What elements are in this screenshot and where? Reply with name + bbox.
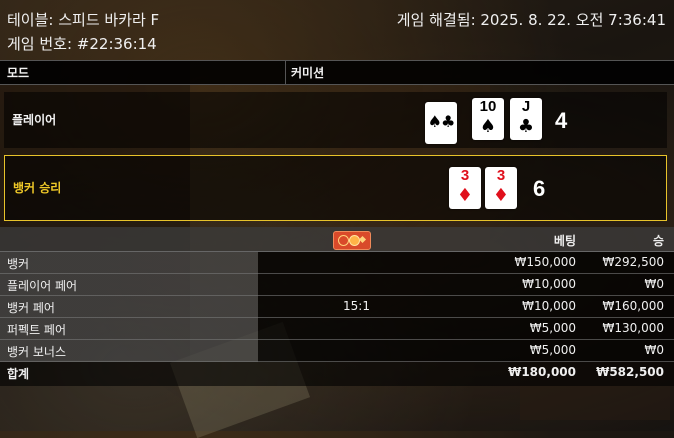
- player-card-2: 10 ♠: [472, 98, 504, 140]
- bet-odds: 15:1: [343, 299, 370, 313]
- player-score: 4: [555, 108, 568, 133]
- player-hand-row: 플레이어 ♠♣ 10 ♠ J ♣ 4: [4, 92, 667, 148]
- game-number: 게임 번호: #22:36:14: [7, 35, 157, 53]
- bet-name: 퍼펙트 페어: [7, 323, 67, 337]
- banker-card-2: 3 ♦: [485, 167, 517, 209]
- bet-amount: ₩150,000: [514, 255, 577, 269]
- total-bet-amount: ₩180,000: [508, 365, 576, 379]
- win-amount: ₩0: [644, 277, 665, 291]
- spade-icon: ♠: [479, 116, 497, 137]
- table-row: 뱅커 페어 15:1 ₩10,000 ₩160,000: [0, 296, 674, 318]
- banker-score: 6: [533, 176, 546, 201]
- win-amount: ₩130,000: [602, 321, 665, 335]
- mode-bar: 모드 커미션: [0, 60, 674, 85]
- round-header: 테이블: 스피드 바카라 F 게임 번호: #22:36:14 게임 해결됨: …: [0, 0, 674, 58]
- bet-amount: ₩10,000: [522, 277, 576, 291]
- card-rank: 3: [460, 167, 470, 184]
- bet-column-header: 베팅: [553, 234, 576, 248]
- table-row: 뱅커 보너스 ₩5,000 ₩0: [0, 340, 674, 362]
- bet-amount: ₩10,000: [522, 299, 576, 313]
- banker-card-1: 3 ♦: [449, 167, 481, 209]
- mode-divider: [285, 61, 286, 84]
- win-amount: ₩292,500: [602, 255, 665, 269]
- mode-label: 모드: [7, 66, 30, 80]
- club-icon: ♣: [517, 116, 535, 137]
- player-label: 플레이어: [12, 113, 57, 127]
- player-card-1: ♠♣: [425, 102, 457, 144]
- banker-result-label: 뱅커 승리: [13, 181, 62, 195]
- bets-table: 베팅 승 뱅커 ₩150,000 ₩292,500 플레이어 페어 ₩10,00…: [0, 227, 674, 386]
- player-card-3: J ♣: [510, 98, 542, 140]
- table-row: 플레이어 페어 ₩10,000 ₩0: [0, 274, 674, 296]
- total-label: 합계: [7, 367, 30, 381]
- diamond-icon: ♦: [456, 185, 474, 206]
- win-amount: ₩160,000: [602, 299, 665, 313]
- bet-amount: ₩5,000: [529, 321, 576, 335]
- bet-name: 뱅커: [7, 257, 30, 271]
- bet-name: 뱅커 페어: [7, 301, 55, 315]
- table-name: 테이블: 스피드 바카라 F: [7, 11, 160, 29]
- diamond-icon: ♦: [492, 185, 510, 206]
- card-rank: J: [521, 98, 531, 115]
- banker-hand-row: 뱅커 승리 3 ♦ 3 ♦ 6: [4, 155, 667, 221]
- face-down-card-icon: ♠♣: [427, 112, 456, 131]
- bet-name: 뱅커 보너스: [7, 345, 67, 359]
- win-amount: ₩0: [644, 343, 665, 357]
- bets-table-header: 베팅 승: [0, 227, 674, 252]
- chip-icon: [333, 231, 371, 250]
- total-row: 합계 ₩180,000 ₩582,500: [0, 362, 674, 386]
- total-win-amount: ₩582,500: [596, 365, 664, 379]
- mode-value: 커미션: [291, 66, 325, 80]
- card-rank: 10: [479, 98, 497, 115]
- card-rank: 3: [496, 167, 506, 184]
- bet-name: 플레이어 페어: [7, 279, 78, 293]
- bet-amount: ₩5,000: [529, 343, 576, 357]
- table-row: 퍼펙트 페어 ₩5,000 ₩130,000: [0, 318, 674, 340]
- game-resolved-time: 게임 해결됨: 2025. 8. 22. 오전 7:36:41: [396, 11, 666, 29]
- win-column-header: 승: [652, 234, 664, 248]
- table-row: 뱅커 ₩150,000 ₩292,500: [0, 252, 674, 274]
